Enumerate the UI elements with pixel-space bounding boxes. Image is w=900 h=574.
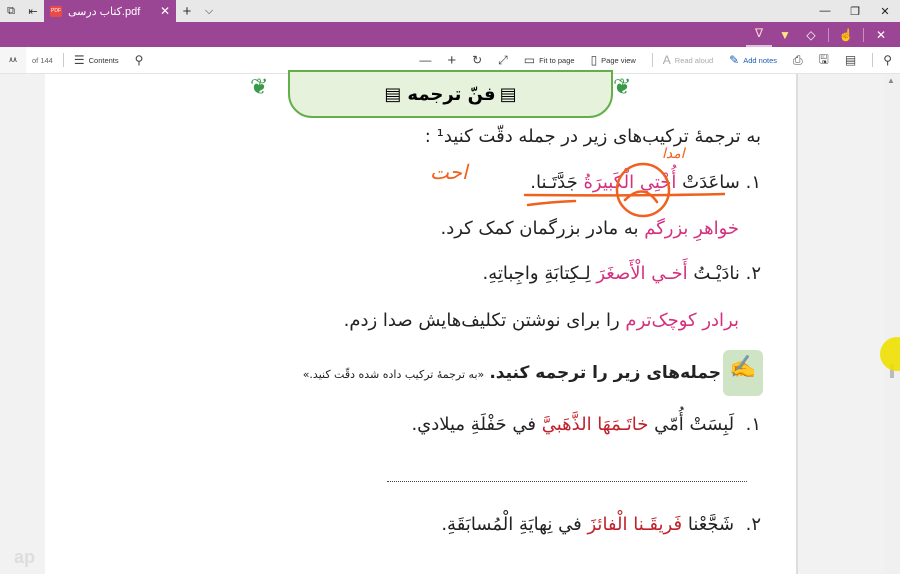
- read-aloud-icon: A: [662, 53, 671, 67]
- text: في نِهايَةِ الْمُسابَقَةِ.: [441, 514, 582, 535]
- close-icon[interactable]: ✕: [868, 28, 894, 42]
- pointer-highlight: [880, 337, 900, 371]
- example-2-translation: برادر کوچک‌ترم را برای نوشتن تکلیف‌هایش …: [344, 310, 739, 331]
- contents-button[interactable]: ☰ Contents: [74, 53, 119, 67]
- writing-hand-icon: ✍: [729, 354, 757, 379]
- number: ۱.: [745, 414, 761, 435]
- ornament-icon: ❦: [613, 74, 632, 99]
- task-heading: جمله‌های زیر را ترجمه کنید. «به ترجمهٔ ت…: [303, 363, 721, 383]
- tab-bar: ⧉ ⇤ PDF کتاب درسی.pdf ✕ + ⌵ — ❐ ✕: [0, 0, 900, 22]
- section-title-text: فنّ ترجمه: [407, 83, 496, 105]
- minimize-button[interactable]: —: [810, 0, 840, 22]
- page-view-label: Page view: [601, 55, 636, 65]
- add-notes-button[interactable]: ✎ Add notes: [729, 53, 777, 67]
- highlight-text: أَخـي الْأَصغَرَ: [596, 263, 688, 284]
- draw-icon[interactable]: ∇: [746, 22, 772, 47]
- page-number-input[interactable]: ۸۸: [0, 47, 26, 73]
- close-tab-button[interactable]: ✕: [160, 4, 170, 18]
- highlight-icon[interactable]: ▼: [772, 28, 798, 42]
- fullscreen-icon[interactable]: ⤢: [498, 53, 508, 68]
- search-icon[interactable]: ⚲: [135, 53, 144, 67]
- fit-to-page-label: Fit to page: [539, 55, 575, 65]
- document-icon: ▤: [499, 83, 517, 105]
- rotate-icon[interactable]: ↻: [472, 53, 482, 67]
- page-view-button[interactable]: ▯ Page view: [591, 53, 636, 67]
- number: ۱.: [745, 172, 761, 193]
- text: را برای نوشتن تکلیف‌هایش صدا زدم.: [343, 310, 620, 331]
- save-as-icon[interactable]: ▤: [845, 53, 856, 67]
- pin-icon[interactable]: ⚲: [883, 53, 892, 67]
- divider: [651, 53, 653, 67]
- restore-button[interactable]: ❐: [840, 0, 870, 22]
- handwriting-2: امدا: [662, 146, 685, 162]
- handwriting-1: احت: [430, 160, 468, 184]
- instruction: به ترجمهٔ ترکیب‌های زیر در جمله دقّت کنی…: [424, 126, 761, 147]
- pdf-page: ❦ ❦ ▤ فنّ ترجمه ▤ به ترجمهٔ ترکیب‌های زی…: [45, 70, 798, 574]
- ink-annotation: [523, 162, 725, 218]
- question-2: ۲. شَجَّعْنا فَریقَـنا الْفائزَ في نِهاي…: [441, 514, 761, 535]
- text: شَجَّعْنا: [687, 514, 735, 535]
- tab-preview-icon[interactable]: ⧉: [0, 0, 22, 22]
- touch-write-icon[interactable]: ☝: [833, 28, 859, 42]
- fit-to-page-button[interactable]: ▭ Fit to page: [524, 53, 575, 67]
- divider: [863, 27, 864, 42]
- tab-title: کتاب درسی.pdf: [68, 5, 141, 18]
- divider: [872, 53, 874, 67]
- fit-page-icon: ▭: [523, 53, 536, 67]
- section-title: ▤ فنّ ترجمه ▤: [288, 70, 613, 118]
- divider: [828, 27, 829, 42]
- page-view-icon: ▯: [590, 53, 598, 67]
- question-1: ۱. لَبِسَتْ أُمّي خاتَـمَهَا الذَّهَبيَّ…: [411, 414, 761, 435]
- text: نادَیْـتُ: [693, 263, 740, 284]
- number: ۲.: [745, 263, 761, 284]
- zoom-in-icon[interactable]: +: [447, 52, 456, 69]
- answer-line[interactable]: [387, 481, 747, 482]
- text: لَبِسَتْ أُمّي: [654, 414, 735, 435]
- scroll-up-icon[interactable]: ▲: [887, 76, 895, 85]
- divider: [62, 53, 64, 67]
- pen-icon: ✎: [729, 53, 740, 67]
- read-aloud-label: Read aloud: [674, 55, 714, 65]
- task-note: «به ترجمهٔ ترکیب داده شده دقّت کنید.»: [302, 368, 485, 381]
- highlight-text: خاتَـمَهَا الذَّهَبيَّ: [541, 414, 649, 435]
- read-aloud-button[interactable]: A Read aloud: [663, 53, 713, 67]
- set-aside-tabs-icon[interactable]: ⇤: [22, 0, 44, 22]
- add-notes-label: Add notes: [743, 55, 778, 65]
- ornament-icon: ❦: [250, 74, 269, 99]
- highlight-text: فَریقَـنا الْفائزَ: [587, 514, 683, 535]
- zoom-out-icon[interactable]: —: [419, 53, 431, 67]
- list-icon: ☰: [73, 53, 85, 67]
- save-icon[interactable]: 🖫: [819, 50, 829, 71]
- ink-toolbar: ∇ ▼ ◇ ☝ ✕: [0, 22, 900, 47]
- example-2: ۲. نادَیْـتُ أَخـي الْأَصغَرَ لِـکِتابَة…: [483, 263, 762, 284]
- text: لِـکِتابَةِ واجِباتِهِ.: [482, 263, 591, 284]
- number: ۲.: [745, 514, 761, 535]
- print-icon[interactable]: ⎙: [793, 53, 803, 68]
- tab-pdf[interactable]: PDF کتاب درسی.pdf ✕: [44, 0, 176, 22]
- text: في حَفْلَةِ ميلادي.: [411, 414, 536, 435]
- new-tab-button[interactable]: +: [176, 0, 198, 22]
- document-icon: ▤: [384, 83, 402, 105]
- highlight-text: برادر کوچک‌ترم: [625, 310, 739, 331]
- pdf-icon: PDF: [50, 5, 62, 17]
- tab-dropdown-button[interactable]: ⌵: [198, 0, 220, 22]
- close-window-button[interactable]: ✕: [870, 0, 900, 22]
- erase-icon[interactable]: ◇: [798, 28, 824, 42]
- watermark: ap: [14, 547, 36, 567]
- task-bold: جمله‌های زیر را ترجمه کنید.: [489, 363, 721, 383]
- vertical-scrollbar[interactable]: ▲: [884, 74, 900, 574]
- page-total: of 144: [32, 55, 53, 65]
- contents-label: Contents: [88, 55, 119, 65]
